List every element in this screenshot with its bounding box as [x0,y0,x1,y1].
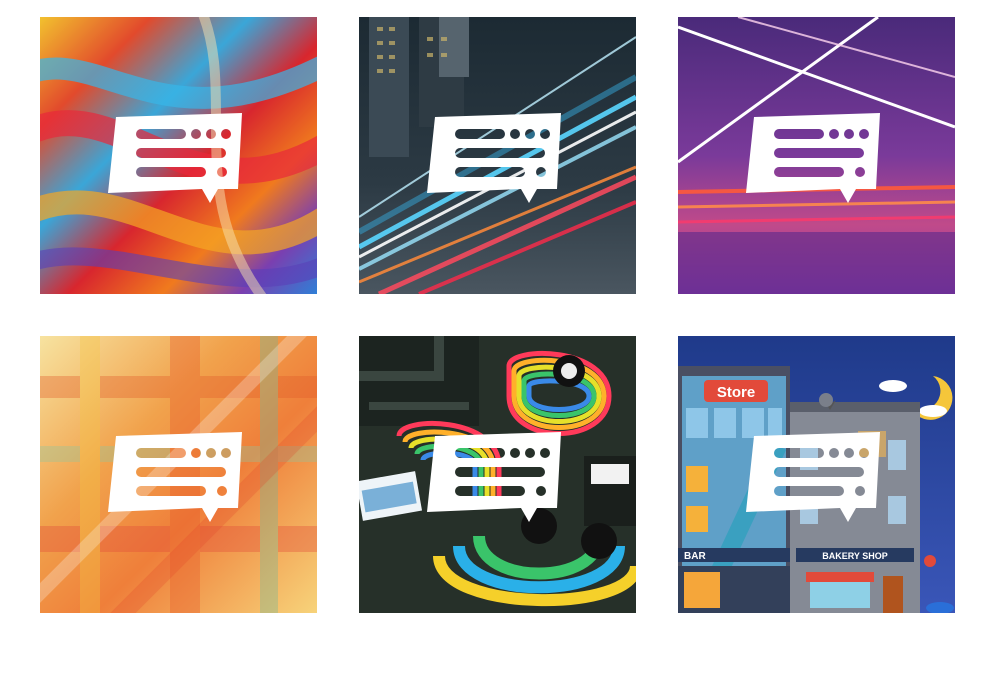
wallpaper-tile-street[interactable]: Store BAR BAKERY SHOP [678,336,955,613]
bar-sign: BAR [684,551,706,562]
wallpaper-tile-plaid[interactable] [40,336,317,613]
bakery-sign: BAKERY SHOP [822,551,888,561]
wallpaper-tile-abstract-swirl[interactable] [40,17,317,294]
wallpaper-tile-neon-purple[interactable] [678,17,955,294]
chat-bubble-logo-icon [108,432,250,528]
cat-icon [819,393,833,407]
chat-bubble-logo-icon [108,113,250,209]
store-sign: Store [717,384,755,401]
wallpaper-tile-3d-tubes[interactable] [359,336,636,613]
wallpaper-tile-light-trails[interactable] [359,17,636,294]
chat-bubble-logo-icon [746,432,888,528]
chat-bubble-logo-icon [427,432,569,528]
chat-bubble-logo-icon [746,113,888,209]
chat-bubble-logo-icon [427,113,569,209]
